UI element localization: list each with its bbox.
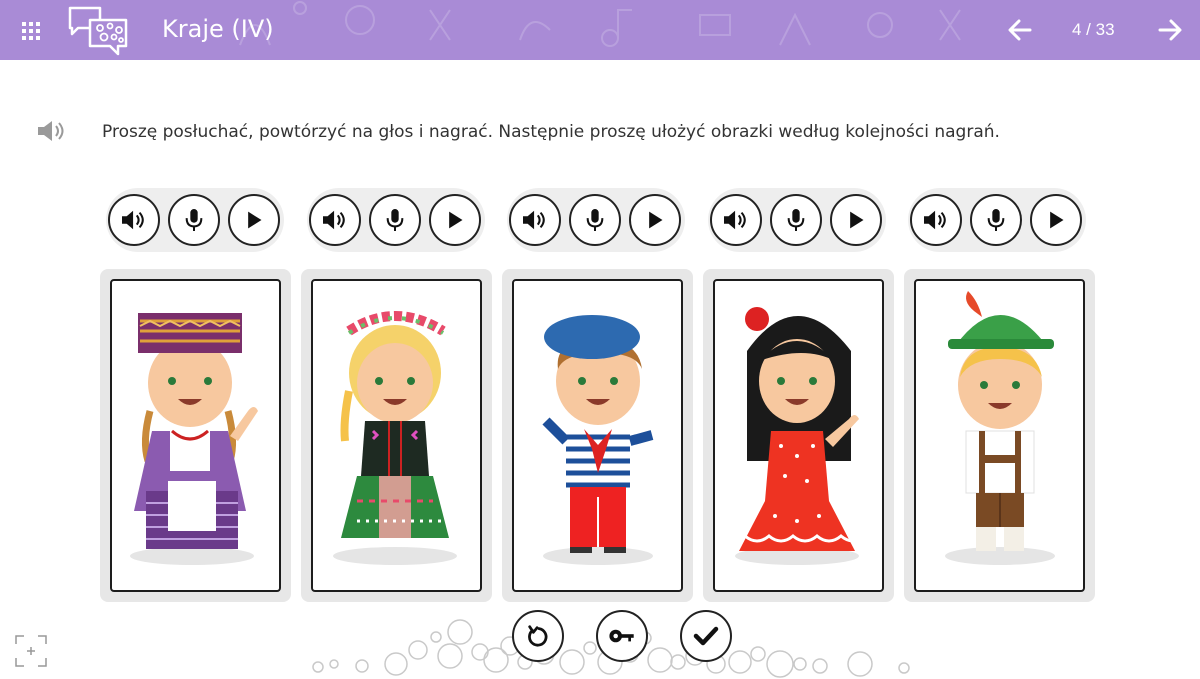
microphone-button[interactable] — [168, 194, 220, 246]
top-bar: Kraje (IV) 4 / 33 — [0, 0, 1200, 60]
check-icon — [693, 626, 719, 646]
microphone-icon — [586, 209, 604, 231]
draggable-picture[interactable] — [311, 279, 482, 592]
recorder-group-4 — [708, 188, 886, 252]
play-button[interactable] — [228, 194, 280, 246]
speaker-icon — [724, 210, 746, 230]
play-button[interactable] — [830, 194, 882, 246]
next-arrow-icon[interactable] — [1156, 16, 1184, 44]
page-counter: 4 / 33 — [1072, 20, 1115, 39]
reset-icon — [528, 625, 548, 647]
play-icon — [1050, 211, 1064, 229]
girl-spanish-flamenco-dress-illustration — [735, 307, 866, 565]
speech-bubbles-logo-icon — [66, 4, 132, 58]
speaker-icon — [323, 210, 345, 230]
speaker-button[interactable] — [710, 194, 762, 246]
draggable-picture[interactable] — [512, 279, 683, 592]
menu-grid-icon[interactable] — [20, 20, 42, 42]
instruction-text: Proszę posłuchać, powtórzyć na głos i na… — [102, 122, 1000, 142]
solution-key-button[interactable] — [596, 610, 648, 662]
draggable-picture[interactable] — [914, 279, 1085, 592]
boy-french-beret-illustration — [542, 315, 654, 565]
speaker-icon — [924, 210, 946, 230]
play-icon — [449, 211, 463, 229]
picture-card-4 — [703, 269, 894, 602]
play-icon — [850, 211, 864, 229]
play-icon — [248, 211, 262, 229]
previous-arrow-icon[interactable] — [1006, 16, 1034, 44]
boy-german-lederhosen-illustration — [945, 291, 1055, 565]
play-icon — [649, 211, 663, 229]
microphone-icon — [787, 209, 805, 231]
draggable-picture[interactable] — [713, 279, 884, 592]
microphone-icon — [386, 209, 404, 231]
draggable-picture[interactable] — [110, 279, 281, 592]
key-icon — [609, 629, 634, 643]
instruction-speaker-icon[interactable] — [36, 118, 66, 144]
speaker-icon — [523, 210, 545, 230]
speaker-icon — [122, 210, 144, 230]
recorder-group-5 — [908, 188, 1086, 252]
speaker-button[interactable] — [509, 194, 561, 246]
recorder-group-2 — [307, 188, 485, 252]
recorder-group-1 — [106, 188, 284, 252]
microphone-button[interactable] — [569, 194, 621, 246]
picture-card-2 — [301, 269, 492, 602]
speaker-button[interactable] — [309, 194, 361, 246]
microphone-icon — [987, 209, 1005, 231]
microphone-button[interactable] — [970, 194, 1022, 246]
girl-lithuanian-costume-illustration — [130, 313, 258, 565]
reset-button[interactable] — [512, 610, 564, 662]
girl-polish-folk-costume-illustration — [333, 311, 457, 565]
microphone-icon — [185, 209, 203, 231]
recorder-group-3 — [507, 188, 685, 252]
check-button[interactable] — [680, 610, 732, 662]
play-button[interactable] — [1030, 194, 1082, 246]
fullscreen-icon[interactable] — [14, 634, 48, 668]
speaker-button[interactable] — [910, 194, 962, 246]
microphone-button[interactable] — [369, 194, 421, 246]
microphone-button[interactable] — [770, 194, 822, 246]
picture-card-3 — [502, 269, 693, 602]
picture-card-5 — [904, 269, 1095, 602]
play-button[interactable] — [629, 194, 681, 246]
play-button[interactable] — [429, 194, 481, 246]
page-title: Kraje (IV) — [162, 15, 274, 43]
speaker-button[interactable] — [108, 194, 160, 246]
picture-card-1 — [100, 269, 291, 602]
